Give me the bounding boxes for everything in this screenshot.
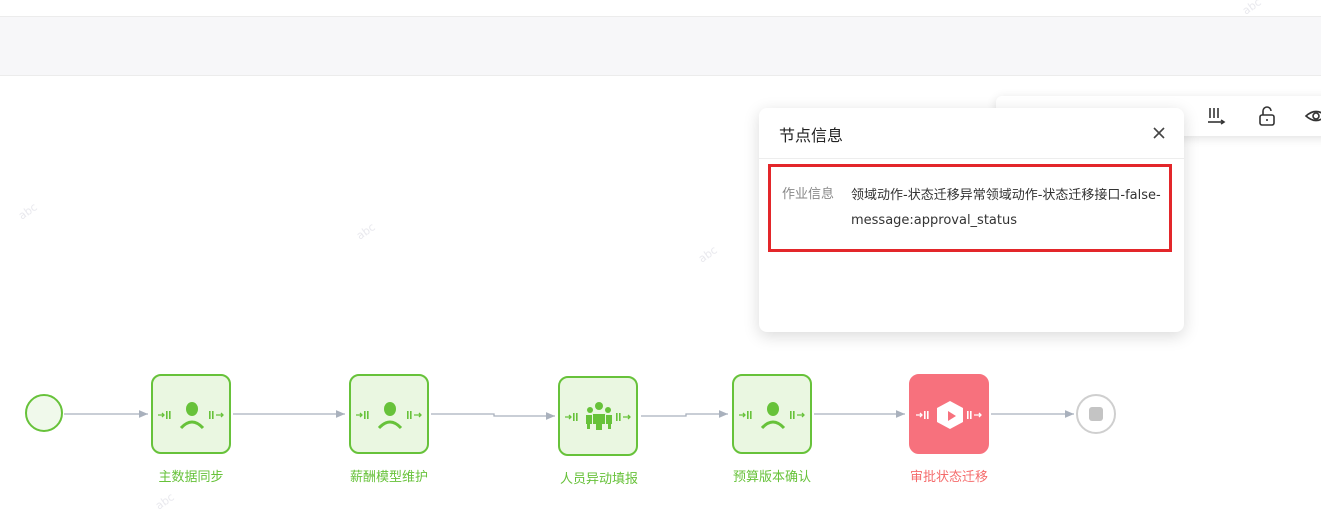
input-port-icon: [739, 411, 752, 419]
flow-node-budget-confirm[interactable]: [732, 374, 812, 454]
stop-icon: [1089, 407, 1103, 421]
output-port-icon: [209, 411, 224, 419]
flow-node-label: 人员异动填报: [559, 472, 638, 487]
output-port-icon: [407, 411, 422, 419]
user-icon: [760, 402, 786, 430]
flow-node-salary-model[interactable]: [349, 374, 429, 454]
input-port-icon: [916, 411, 929, 419]
flow-node-label: 薪酬模型维护: [349, 470, 428, 485]
start-node[interactable]: [25, 394, 63, 432]
flow-node-approval-status[interactable]: [909, 374, 989, 454]
flow-node-label: 预算版本确认: [732, 470, 811, 485]
flow-node-label: 审批状态迁移: [909, 470, 988, 485]
output-port-icon: [790, 411, 805, 419]
flow-node-personnel-change[interactable]: [558, 376, 638, 456]
output-port-icon: [616, 413, 631, 421]
user-icon: [179, 402, 205, 430]
input-port-icon: [565, 413, 578, 421]
cube-icon: [937, 401, 963, 429]
group-icon: [586, 402, 612, 430]
user-icon: [377, 402, 403, 430]
end-node[interactable]: [1076, 394, 1116, 434]
flow-node-master-data-sync[interactable]: [151, 374, 231, 454]
input-port-icon: [356, 411, 369, 419]
input-port-icon: [158, 411, 171, 419]
flow-node-label: 主数据同步: [158, 470, 224, 485]
output-port-icon: [967, 411, 982, 419]
